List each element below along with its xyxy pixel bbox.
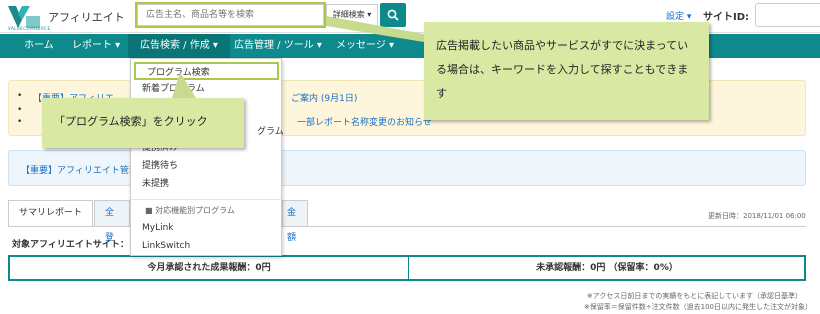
menu-group-label: ■ 対応機能別プログラム: [145, 206, 235, 215]
important-link[interactable]: 【重要】アフィリエイト管理: [21, 163, 138, 176]
notice-link-1-right[interactable]: ご案内 (9月1日): [291, 91, 357, 104]
valuecommerce-logo-icon[interactable]: [8, 6, 40, 28]
menu-mylink[interactable]: MyLink: [131, 219, 281, 237]
tab-all[interactable]: 全登: [94, 200, 130, 243]
important-notice: 【重要】アフィリエイト管理: [8, 150, 806, 186]
detail-search-dropdown[interactable]: 詳細検索 ▾: [326, 4, 378, 26]
site-id-select[interactable]: [755, 3, 820, 27]
nav-report[interactable]: レポート ▾: [72, 34, 120, 58]
unapproved-reward: 未承認報酬：0円 （保留率：0%）: [536, 263, 678, 273]
search-button[interactable]: [380, 3, 406, 27]
bullet: •: [17, 117, 23, 127]
target-site-label: 対象アフィリエイトサイト：: [12, 240, 129, 250]
tab-amount[interactable]: 金額: [282, 200, 308, 243]
nav-home[interactable]: ホーム: [24, 34, 54, 58]
footnote-2: ※保留率＝保留件数÷注文件数（過去100日以内に発生した注文が対象）: [583, 303, 812, 311]
notice-link-3[interactable]: 一部レポート名称変更のお知らせ: [297, 115, 432, 128]
tab-summary-report[interactable]: サマリレポート: [8, 200, 94, 227]
click-hint-callout: 「プログラム検索」をクリック: [42, 98, 244, 148]
logo-text: アフィリエイト: [48, 11, 125, 24]
menu-program-search[interactable]: プログラム検索: [134, 62, 279, 80]
bullet: •: [17, 91, 23, 101]
bullet: •: [17, 105, 23, 115]
footnote-1: ※アクセス日前日までの実績をもとに表記しています（承認日基準）: [586, 292, 802, 300]
updated-timestamp: 更新日時：2018/11/01 06:00: [708, 212, 806, 220]
settings-menu[interactable]: 設定 ▾: [666, 9, 691, 22]
menu-not-partnered[interactable]: 未提携: [131, 175, 281, 193]
menu-separator: [131, 199, 281, 200]
ad-search-dropdown: プログラム検索 新着プログラム グラム 提携済み 提携待ち 未提携 ■ 対応機能…: [130, 58, 284, 256]
summary-table: 今月承認された成果報酬：0円 未承認報酬：0円 （保留率：0%）: [8, 255, 806, 281]
search-icon: [387, 9, 399, 21]
site-id-label: サイトID:: [703, 12, 750, 23]
logo-subtitle: VALUECOMMERCE: [8, 26, 51, 31]
nav-message[interactable]: メッセージ ▾: [336, 34, 394, 58]
nav-ad-manage[interactable]: 広告管理 / ツール ▾: [234, 34, 322, 58]
menu-new-programs[interactable]: 新着プログラム: [131, 80, 281, 98]
menu-linkswitch[interactable]: LinkSwitch: [131, 237, 281, 255]
search-hint-callout: 広告掲載したい商品やサービスがすでに決まっている場合は、キーワードを入力して探す…: [424, 22, 709, 120]
menu-pending[interactable]: 提携待ち: [131, 157, 281, 175]
nav-ad-search[interactable]: 広告検索 / 作成 ▾: [128, 34, 230, 58]
approved-reward: 今月承認された成果報酬：0円: [147, 263, 271, 273]
tab-divider: [8, 226, 806, 227]
search-highlight: [135, 2, 326, 28]
